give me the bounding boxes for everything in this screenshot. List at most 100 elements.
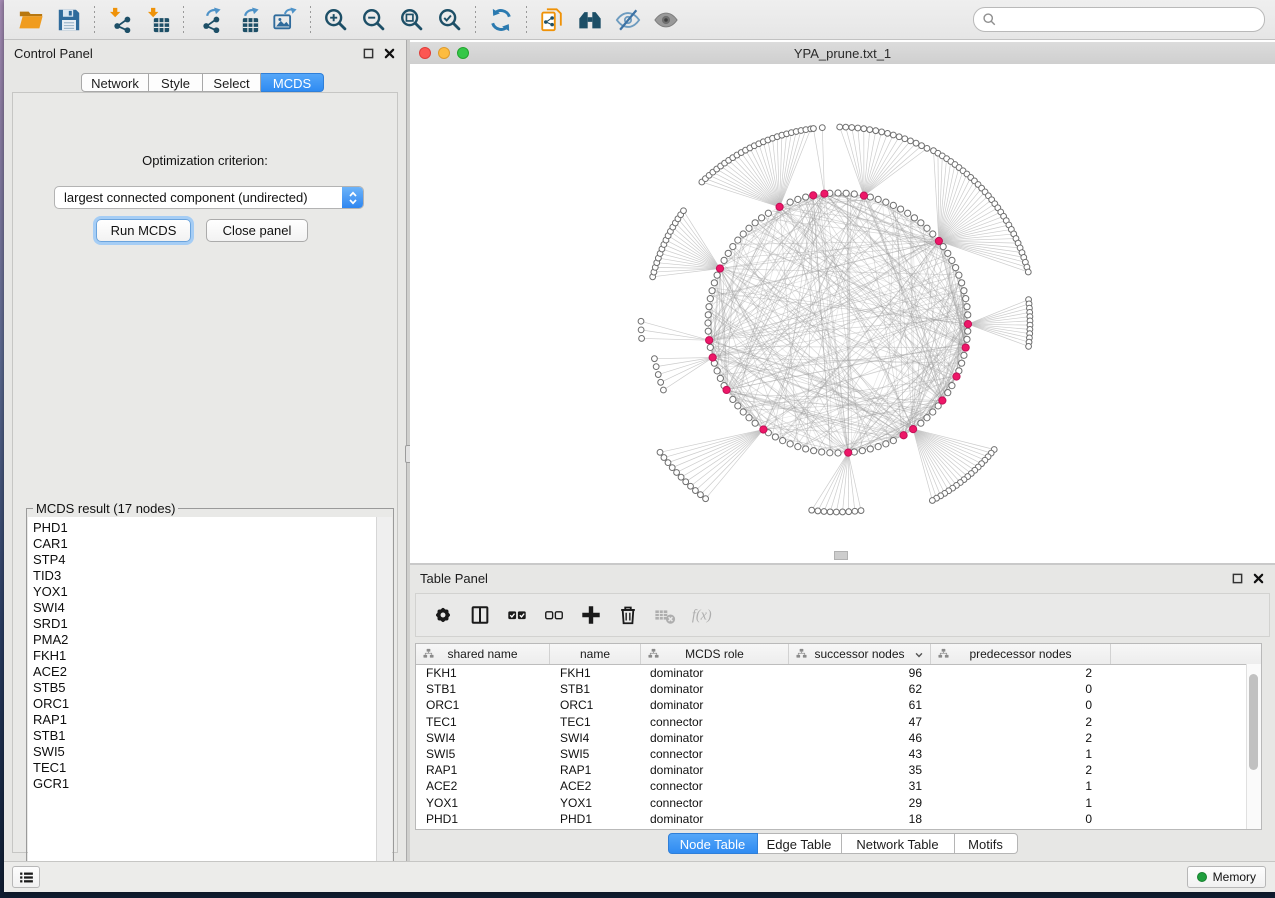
- import-network-icon[interactable]: [103, 4, 137, 36]
- add-column-icon[interactable]: [576, 600, 606, 630]
- table-row[interactable]: STB1STB1dominator620: [416, 681, 1261, 697]
- zoom-window-icon[interactable]: [457, 47, 469, 59]
- table-row[interactable]: SWI4SWI4dominator462: [416, 730, 1261, 746]
- refresh-icon[interactable]: [484, 4, 518, 36]
- mcds-list-scrollbar[interactable]: [376, 517, 392, 879]
- network-canvas[interactable]: [410, 64, 1275, 563]
- optimization-criterion-select[interactable]: largest connected component (undirected): [54, 186, 364, 209]
- cell: connector: [641, 779, 789, 793]
- column-header-successor-nodes[interactable]: successor nodes: [789, 644, 931, 664]
- table-row[interactable]: SWI5SWI5connector431: [416, 746, 1261, 762]
- network-graph[interactable]: [410, 64, 1275, 563]
- tree-icon: [796, 648, 807, 659]
- mcds-result-item: PMA2: [33, 632, 376, 648]
- table-panel-title: Table Panel: [420, 571, 488, 586]
- table-row[interactable]: PHD1PHD1dominator180: [416, 811, 1261, 827]
- close-table-panel-icon[interactable]: [1252, 572, 1265, 585]
- close-panel-icon[interactable]: [383, 47, 396, 60]
- table-row[interactable]: YOX1YOX1connector291: [416, 795, 1261, 811]
- tab-motifs[interactable]: Motifs: [955, 833, 1018, 854]
- tab-network-table[interactable]: Network Table: [842, 833, 955, 854]
- tab-node-table[interactable]: Node Table: [668, 833, 758, 854]
- save-icon[interactable]: [52, 4, 86, 36]
- table-row[interactable]: ORC1ORC1dominator610: [416, 697, 1261, 713]
- tab-select[interactable]: Select: [203, 73, 261, 92]
- select-all-icon[interactable]: [502, 600, 532, 630]
- deselect-all-icon[interactable]: [539, 600, 569, 630]
- tree-icon: [423, 648, 434, 659]
- zoom-selected-icon[interactable]: [433, 4, 467, 36]
- cell: 0: [931, 698, 1111, 712]
- cell: dominator: [641, 812, 789, 826]
- mcds-result-item: CAR1: [33, 536, 376, 552]
- mcds-result-item: SWI5: [33, 744, 376, 760]
- run-mcds-button[interactable]: Run MCDS: [96, 219, 191, 242]
- tab-mcds[interactable]: MCDS: [261, 73, 324, 92]
- cell: FKH1: [550, 666, 641, 680]
- table-scrollbar-thumb[interactable]: [1249, 674, 1258, 770]
- export-table-icon[interactable]: [230, 4, 264, 36]
- graph-hub-nodes[interactable]: [706, 190, 972, 456]
- cell: 31: [789, 779, 931, 793]
- sort-desc-icon: [914, 649, 924, 659]
- cell: 2: [931, 731, 1111, 745]
- column-header-predecessor-nodes[interactable]: predecessor nodes: [931, 644, 1111, 664]
- show-panels-button[interactable]: [12, 866, 40, 888]
- cell: 1: [931, 779, 1111, 793]
- tab-edge-table[interactable]: Edge Table: [758, 833, 842, 854]
- close-window-icon[interactable]: [419, 47, 431, 59]
- zoom-in-icon[interactable]: [319, 4, 353, 36]
- table-row[interactable]: TEC1TEC1connector472: [416, 714, 1261, 730]
- cell: ACE2: [550, 779, 641, 793]
- open-icon[interactable]: [14, 4, 48, 36]
- cell: RAP1: [416, 763, 550, 777]
- table-row[interactable]: ACE2ACE2connector311: [416, 778, 1261, 794]
- column-header-shared-name[interactable]: shared name: [416, 644, 550, 664]
- column-header-name[interactable]: name: [550, 644, 641, 664]
- close-panel-button[interactable]: Close panel: [206, 219, 308, 242]
- canvas-grip[interactable]: [834, 551, 848, 560]
- mcds-result-item: GCR1: [33, 776, 376, 792]
- settings-gear-icon[interactable]: [428, 600, 458, 630]
- cell: 62: [789, 682, 931, 696]
- delete-column-icon[interactable]: [613, 600, 643, 630]
- hide-selection-icon[interactable]: [611, 4, 645, 36]
- table-toolbar: f(x): [415, 593, 1270, 637]
- minimize-window-icon[interactable]: [438, 47, 450, 59]
- svg-text:f(x): f(x): [692, 608, 712, 624]
- table-row[interactable]: RAP1RAP1dominator352: [416, 762, 1261, 778]
- column-header-MCDS-role[interactable]: MCDS role: [641, 644, 789, 664]
- cell: connector: [641, 747, 789, 761]
- show-hidden-icon[interactable]: [649, 4, 683, 36]
- memory-button[interactable]: Memory: [1187, 866, 1266, 888]
- memory-status-icon: [1197, 872, 1207, 882]
- zoom-fit-icon[interactable]: [395, 4, 429, 36]
- mcds-result-item: ACE2: [33, 664, 376, 680]
- tab-network[interactable]: Network: [81, 73, 149, 92]
- table-panel: Table Panel f(x) shared namenameMCDS rol…: [410, 565, 1275, 862]
- mcds-result-item: ORC1: [33, 696, 376, 712]
- search-input[interactable]: [1002, 9, 1264, 30]
- tab-style[interactable]: Style: [149, 73, 203, 92]
- cell: SWI4: [550, 731, 641, 745]
- mcds-result-item: SRD1: [33, 616, 376, 632]
- tree-icon: [938, 648, 949, 659]
- cell: connector: [641, 796, 789, 810]
- export-network-icon[interactable]: [192, 4, 226, 36]
- cell: STB1: [550, 682, 641, 696]
- mcds-result-groupbox: MCDS result (17 nodes) PHD1CAR1STP4TID3Y…: [26, 508, 394, 881]
- mcds-result-item: STB5: [33, 680, 376, 696]
- table-row[interactable]: FKH1FKH1dominator962: [416, 665, 1261, 681]
- float-panel-icon[interactable]: [362, 47, 375, 60]
- search-box[interactable]: [973, 7, 1265, 32]
- first-neighbors-icon[interactable]: [573, 4, 607, 36]
- split-panel-icon[interactable]: [465, 600, 495, 630]
- clone-network-icon[interactable]: [535, 4, 569, 36]
- float-table-panel-icon[interactable]: [1231, 572, 1244, 585]
- app-window: Control Panel NetworkStyleSelectMCDS Opt…: [4, 0, 1275, 892]
- import-table-icon[interactable]: [141, 4, 175, 36]
- zoom-out-icon[interactable]: [357, 4, 391, 36]
- cell: 61: [789, 698, 931, 712]
- table-scrollbar[interactable]: [1246, 664, 1261, 829]
- export-image-icon[interactable]: [268, 4, 302, 36]
